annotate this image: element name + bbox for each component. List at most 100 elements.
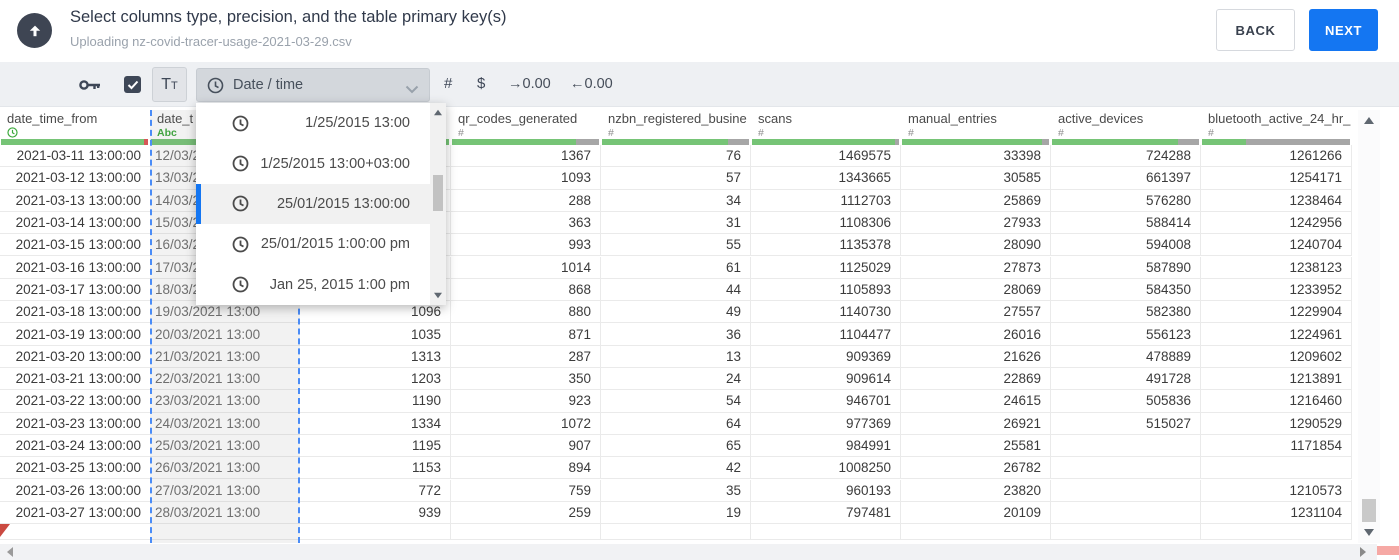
table-cell[interactable]: 1213891 xyxy=(1201,368,1352,390)
table-cell[interactable] xyxy=(1051,524,1201,540)
table-cell[interactable]: 23/03/2021 13:00 xyxy=(150,390,300,411)
table-cell[interactable] xyxy=(1051,457,1201,479)
table-cell[interactable]: 27873 xyxy=(901,256,1051,278)
back-button[interactable]: BACK xyxy=(1216,9,1295,51)
table-cell[interactable]: 960193 xyxy=(751,479,901,501)
table-cell[interactable]: 1093 xyxy=(451,167,601,189)
table-cell[interactable]: 1238123 xyxy=(1201,256,1352,278)
table-cell[interactable]: 923 xyxy=(451,390,601,412)
table-cell[interactable]: 909369 xyxy=(751,345,901,367)
table-cell[interactable]: 30585 xyxy=(901,167,1051,189)
table-cell[interactable]: 1261266 xyxy=(1201,145,1352,167)
scroll-left-icon[interactable] xyxy=(7,547,13,557)
table-cell[interactable]: 515027 xyxy=(1051,412,1201,434)
table-horizontal-scrollbar[interactable] xyxy=(0,544,1377,560)
scroll-up-icon[interactable] xyxy=(434,109,442,116)
table-cell[interactable]: 594008 xyxy=(1051,234,1201,256)
table-cell[interactable]: 1367 xyxy=(451,145,601,167)
table-cell[interactable] xyxy=(1201,457,1352,479)
dropdown-option[interactable]: 1/25/2015 13:00 xyxy=(196,103,446,143)
column-header-nzbn_registered_busine[interactable]: nzbn_registered_busine # xyxy=(601,110,751,139)
table-cell[interactable]: 2021-03-25 13:00:00 xyxy=(0,457,150,478)
table-cell[interactable]: 13 xyxy=(601,345,751,367)
table-cell[interactable] xyxy=(751,524,901,540)
table-cell[interactable]: 22869 xyxy=(901,368,1051,390)
table-cell[interactable]: 287 xyxy=(451,345,601,367)
column-header-manual_entries[interactable]: manual_entries # xyxy=(901,110,1051,139)
table-cell[interactable] xyxy=(1051,479,1201,501)
table-cell[interactable]: 350 xyxy=(451,368,601,390)
table-cell[interactable] xyxy=(300,524,451,540)
table-cell[interactable]: 2021-03-11 13:00:00 xyxy=(0,145,150,166)
table-cell[interactable]: 1104477 xyxy=(751,323,901,345)
table-cell[interactable]: 24 xyxy=(601,368,751,390)
boolean-type-checkbox[interactable] xyxy=(124,76,141,93)
table-cell[interactable]: 49 xyxy=(601,301,751,323)
scroll-down-icon[interactable] xyxy=(434,292,442,299)
table-cell[interactable]: 1135378 xyxy=(751,234,901,256)
table-cell[interactable]: 894 xyxy=(451,457,601,479)
precision-increase-button[interactable]: →0.00 xyxy=(508,76,551,92)
table-cell[interactable]: 1313 xyxy=(300,345,451,367)
table-cell[interactable]: 27933 xyxy=(901,211,1051,234)
table-cell[interactable]: 1072 xyxy=(451,412,601,434)
table-cell[interactable]: 2021-03-14 13:00:00 xyxy=(0,212,150,233)
table-cell[interactable]: 556123 xyxy=(1051,323,1201,345)
table-cell[interactable]: 2021-03-27 13:00:00 xyxy=(0,502,150,523)
table-cell[interactable]: 23820 xyxy=(901,479,1051,501)
dropdown-option[interactable]: 25/01/2015 1:00:00 pm xyxy=(196,224,446,264)
table-cell[interactable]: 1125029 xyxy=(751,256,901,278)
table-cell[interactable]: 288 xyxy=(451,189,601,211)
table-cell[interactable]: 1035 xyxy=(300,323,451,345)
table-cell[interactable] xyxy=(1051,434,1201,457)
scroll-up-icon[interactable] xyxy=(1364,117,1374,124)
table-cell[interactable] xyxy=(150,524,300,539)
table-cell[interactable]: 259 xyxy=(451,501,601,524)
table-cell[interactable] xyxy=(1051,501,1201,524)
table-cell[interactable]: 1112703 xyxy=(751,189,901,211)
scroll-right-icon[interactable] xyxy=(1360,547,1366,557)
table-cell[interactable]: 907 xyxy=(451,434,601,457)
column-header-scans[interactable]: scans # xyxy=(751,110,901,139)
table-cell[interactable]: 661397 xyxy=(1051,167,1201,189)
table-cell[interactable]: 759 xyxy=(451,479,601,501)
vertical-scrollbar-thumb[interactable] xyxy=(1362,499,1376,522)
table-cell[interactable]: 28069 xyxy=(901,278,1051,301)
table-cell[interactable]: 2021-03-12 13:00:00 xyxy=(0,167,150,188)
table-cell[interactable]: 909614 xyxy=(751,368,901,390)
table-cell[interactable]: 2021-03-13 13:00:00 xyxy=(0,190,150,211)
table-cell[interactable] xyxy=(0,524,150,539)
table-cell[interactable]: 26921 xyxy=(901,412,1051,434)
dropdown-option[interactable]: Jan 25, 2015 1:00 pm xyxy=(196,265,446,305)
table-cell[interactable]: 36 xyxy=(601,323,751,345)
table-cell[interactable]: 26782 xyxy=(901,457,1051,479)
table-cell[interactable]: 34 xyxy=(601,189,751,211)
table-cell[interactable] xyxy=(1201,524,1352,540)
table-cell[interactable]: 25/03/2021 13:00 xyxy=(150,435,300,456)
table-cell[interactable]: 587890 xyxy=(1051,256,1201,278)
table-cell[interactable]: 1008250 xyxy=(751,457,901,479)
table-cell[interactable]: 1240704 xyxy=(1201,234,1352,256)
table-cell[interactable]: 724288 xyxy=(1051,145,1201,167)
table-cell[interactable]: 2021-03-24 13:00:00 xyxy=(0,435,150,456)
table-cell[interactable]: 2021-03-22 13:00:00 xyxy=(0,390,150,411)
scroll-down-icon[interactable] xyxy=(1364,529,1374,536)
table-cell[interactable]: 54 xyxy=(601,390,751,412)
column-header-date_time_from[interactable]: date_time_from xyxy=(0,110,150,139)
table-cell[interactable]: 2021-03-23 13:00:00 xyxy=(0,413,150,434)
table-cell[interactable]: 1469575 xyxy=(751,145,901,167)
table-cell[interactable]: 797481 xyxy=(751,501,901,524)
number-type-button[interactable]: # xyxy=(444,75,452,92)
table-cell[interactable]: 20/03/2021 13:00 xyxy=(150,323,300,344)
table-cell[interactable]: 1153 xyxy=(300,457,451,479)
table-cell[interactable]: 1290529 xyxy=(1201,412,1352,434)
table-cell[interactable] xyxy=(601,524,751,540)
column-type-dropdown[interactable]: Date / time xyxy=(196,68,430,102)
table-cell[interactable]: 1254171 xyxy=(1201,167,1352,189)
table-cell[interactable]: 946701 xyxy=(751,390,901,412)
table-cell[interactable]: 21626 xyxy=(901,345,1051,367)
table-cell[interactable]: 22/03/2021 13:00 xyxy=(150,368,300,389)
table-cell[interactable]: 1229904 xyxy=(1201,301,1352,323)
table-cell[interactable]: 582380 xyxy=(1051,301,1201,323)
column-header-bluetooth_active_24_hr[interactable]: bluetooth_active_24_hr_ # xyxy=(1201,110,1352,139)
